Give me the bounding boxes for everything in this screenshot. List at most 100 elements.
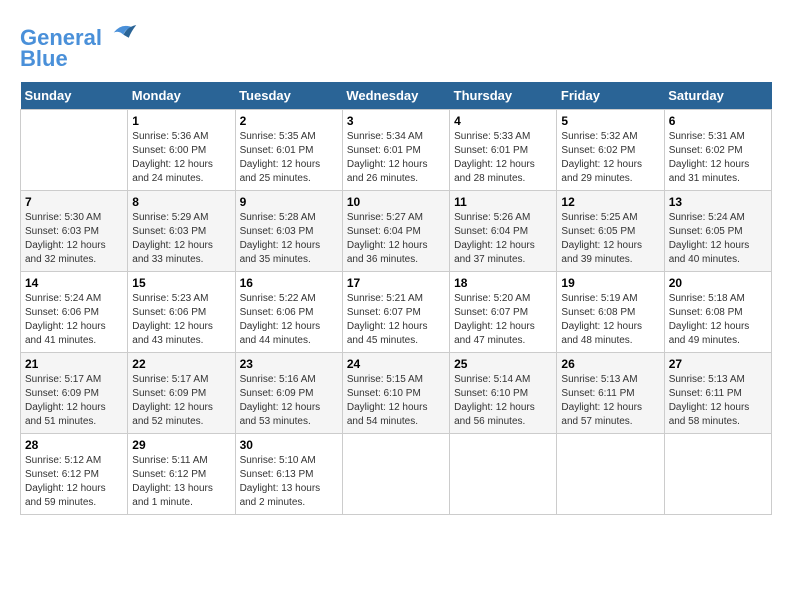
calendar-cell: 12 Sunrise: 5:25 AM Sunset: 6:05 PM Dayli… — [557, 191, 664, 272]
day-info: Sunrise: 5:25 AM Sunset: 6:05 PM Dayligh… — [561, 211, 659, 267]
calendar-cell: 6 Sunrise: 5:31 AM Sunset: 6:02 PM Daylig… — [664, 110, 771, 191]
day-of-week-header: Wednesday — [342, 82, 449, 110]
day-of-week-header: Monday — [128, 82, 235, 110]
day-number: 30 — [240, 438, 338, 452]
calendar-cell: 9 Sunrise: 5:28 AM Sunset: 6:03 PM Daylig… — [235, 191, 342, 272]
calendar-cell: 16 Sunrise: 5:22 AM Sunset: 6:06 PM Dayli… — [235, 272, 342, 353]
day-number: 16 — [240, 276, 338, 290]
day-number: 28 — [25, 438, 123, 452]
day-number: 3 — [347, 114, 445, 128]
day-number: 2 — [240, 114, 338, 128]
day-info: Sunrise: 5:26 AM Sunset: 6:04 PM Dayligh… — [454, 211, 552, 267]
day-info: Sunrise: 5:12 AM Sunset: 6:12 PM Dayligh… — [25, 454, 123, 510]
logo: General Blue — [20, 20, 140, 72]
day-number: 13 — [669, 195, 767, 209]
calendar-cell: 20 Sunrise: 5:18 AM Sunset: 6:08 PM Dayli… — [664, 272, 771, 353]
calendar-cell — [342, 434, 449, 515]
calendar-cell: 30 Sunrise: 5:10 AM Sunset: 6:13 PM Dayli… — [235, 434, 342, 515]
day-of-week-header: Friday — [557, 82, 664, 110]
day-number: 20 — [669, 276, 767, 290]
day-number: 21 — [25, 357, 123, 371]
day-info: Sunrise: 5:31 AM Sunset: 6:02 PM Dayligh… — [669, 130, 767, 186]
day-number: 1 — [132, 114, 230, 128]
calendar-cell — [450, 434, 557, 515]
day-info: Sunrise: 5:18 AM Sunset: 6:08 PM Dayligh… — [669, 292, 767, 348]
day-number: 6 — [669, 114, 767, 128]
calendar-cell: 27 Sunrise: 5:13 AM Sunset: 6:11 PM Dayli… — [664, 353, 771, 434]
calendar-cell: 14 Sunrise: 5:24 AM Sunset: 6:06 PM Dayli… — [21, 272, 128, 353]
day-info: Sunrise: 5:11 AM Sunset: 6:12 PM Dayligh… — [132, 454, 230, 510]
calendar-cell: 23 Sunrise: 5:16 AM Sunset: 6:09 PM Dayli… — [235, 353, 342, 434]
calendar-cell: 25 Sunrise: 5:14 AM Sunset: 6:10 PM Dayli… — [450, 353, 557, 434]
day-number: 5 — [561, 114, 659, 128]
day-info: Sunrise: 5:30 AM Sunset: 6:03 PM Dayligh… — [25, 211, 123, 267]
day-number: 25 — [454, 357, 552, 371]
calendar-cell: 8Sunrise: 5:29 AM Sunset: 6:03 PM Daylig… — [128, 191, 235, 272]
day-info: Sunrise: 5:15 AM Sunset: 6:10 PM Dayligh… — [347, 373, 445, 429]
day-info: Sunrise: 5:35 AM Sunset: 6:01 PM Dayligh… — [240, 130, 338, 186]
day-info: Sunrise: 5:24 AM Sunset: 6:05 PM Dayligh… — [669, 211, 767, 267]
calendar-cell: 3 Sunrise: 5:34 AM Sunset: 6:01 PM Daylig… — [342, 110, 449, 191]
calendar-cell — [557, 434, 664, 515]
day-number: 7 — [25, 195, 123, 209]
calendar-cell: 1 Sunrise: 5:36 AM Sunset: 6:00 PM Daylig… — [128, 110, 235, 191]
day-number: 10 — [347, 195, 445, 209]
day-number: 11 — [454, 195, 552, 209]
day-number: 23 — [240, 357, 338, 371]
day-number: 14 — [25, 276, 123, 290]
calendar-cell: 4 Sunrise: 5:33 AM Sunset: 6:01 PM Daylig… — [450, 110, 557, 191]
calendar-cell: 2 Sunrise: 5:35 AM Sunset: 6:01 PM Daylig… — [235, 110, 342, 191]
day-info: Sunrise: 5:21 AM Sunset: 6:07 PM Dayligh… — [347, 292, 445, 348]
day-info: Sunrise: 5:14 AM Sunset: 6:10 PM Dayligh… — [454, 373, 552, 429]
calendar-cell: 19Sunrise: 5:19 AM Sunset: 6:08 PM Dayli… — [557, 272, 664, 353]
calendar-cell: 21Sunrise: 5:17 AM Sunset: 6:09 PM Dayli… — [21, 353, 128, 434]
day-info: Sunrise: 5:22 AM Sunset: 6:06 PM Dayligh… — [240, 292, 338, 348]
calendar-cell: 24 Sunrise: 5:15 AM Sunset: 6:10 PM Dayli… — [342, 353, 449, 434]
day-info: Sunrise: 5:27 AM Sunset: 6:04 PM Dayligh… — [347, 211, 445, 267]
day-info: Sunrise: 5:13 AM Sunset: 6:11 PM Dayligh… — [669, 373, 767, 429]
calendar-cell: 29 Sunrise: 5:11 AM Sunset: 6:12 PM Dayli… — [128, 434, 235, 515]
calendar-cell: 11 Sunrise: 5:26 AM Sunset: 6:04 PM Dayli… — [450, 191, 557, 272]
day-number: 9 — [240, 195, 338, 209]
calendar-cell: 17 Sunrise: 5:21 AM Sunset: 6:07 PM Dayli… — [342, 272, 449, 353]
logo-bird-icon — [110, 20, 140, 45]
calendar-cell: 15Sunrise: 5:23 AM Sunset: 6:06 PM Dayli… — [128, 272, 235, 353]
calendar-cell: 18 Sunrise: 5:20 AM Sunset: 6:07 PM Dayli… — [450, 272, 557, 353]
day-number: 12 — [561, 195, 659, 209]
day-info: Sunrise: 5:32 AM Sunset: 6:02 PM Dayligh… — [561, 130, 659, 186]
day-info: Sunrise: 5:10 AM Sunset: 6:13 PM Dayligh… — [240, 454, 338, 510]
day-number: 26 — [561, 357, 659, 371]
day-of-week-header: Tuesday — [235, 82, 342, 110]
day-number: 8 — [132, 195, 230, 209]
page-header: General Blue — [20, 20, 772, 72]
day-number: 27 — [669, 357, 767, 371]
day-number: 17 — [347, 276, 445, 290]
day-of-week-header: Saturday — [664, 82, 771, 110]
calendar-cell: 26 Sunrise: 5:13 AM Sunset: 6:11 PM Dayli… — [557, 353, 664, 434]
calendar-cell: 10 Sunrise: 5:27 AM Sunset: 6:04 PM Dayli… — [342, 191, 449, 272]
calendar-table: SundayMondayTuesdayWednesdayThursdayFrid… — [20, 82, 772, 515]
calendar-cell — [21, 110, 128, 191]
day-number: 22 — [132, 357, 230, 371]
day-info: Sunrise: 5:24 AM Sunset: 6:06 PM Dayligh… — [25, 292, 123, 348]
day-info: Sunrise: 5:13 AM Sunset: 6:11 PM Dayligh… — [561, 373, 659, 429]
day-info: Sunrise: 5:17 AM Sunset: 6:09 PM Dayligh… — [132, 373, 230, 429]
day-info: Sunrise: 5:20 AM Sunset: 6:07 PM Dayligh… — [454, 292, 552, 348]
day-number: 18 — [454, 276, 552, 290]
day-info: Sunrise: 5:16 AM Sunset: 6:09 PM Dayligh… — [240, 373, 338, 429]
day-number: 29 — [132, 438, 230, 452]
day-number: 4 — [454, 114, 552, 128]
day-of-week-header: Thursday — [450, 82, 557, 110]
day-info: Sunrise: 5:36 AM Sunset: 6:00 PM Dayligh… — [132, 130, 230, 186]
calendar-cell: 13 Sunrise: 5:24 AM Sunset: 6:05 PM Dayli… — [664, 191, 771, 272]
calendar-cell: 28 Sunrise: 5:12 AM Sunset: 6:12 PM Dayli… — [21, 434, 128, 515]
calendar-cell — [664, 434, 771, 515]
day-number: 15 — [132, 276, 230, 290]
day-info: Sunrise: 5:28 AM Sunset: 6:03 PM Dayligh… — [240, 211, 338, 267]
day-number: 24 — [347, 357, 445, 371]
calendar-cell: 5 Sunrise: 5:32 AM Sunset: 6:02 PM Daylig… — [557, 110, 664, 191]
day-info: Sunrise: 5:19 AM Sunset: 6:08 PM Dayligh… — [561, 292, 659, 348]
day-info: Sunrise: 5:34 AM Sunset: 6:01 PM Dayligh… — [347, 130, 445, 186]
day-info: Sunrise: 5:33 AM Sunset: 6:01 PM Dayligh… — [454, 130, 552, 186]
calendar-cell: 22 Sunrise: 5:17 AM Sunset: 6:09 PM Dayli… — [128, 353, 235, 434]
